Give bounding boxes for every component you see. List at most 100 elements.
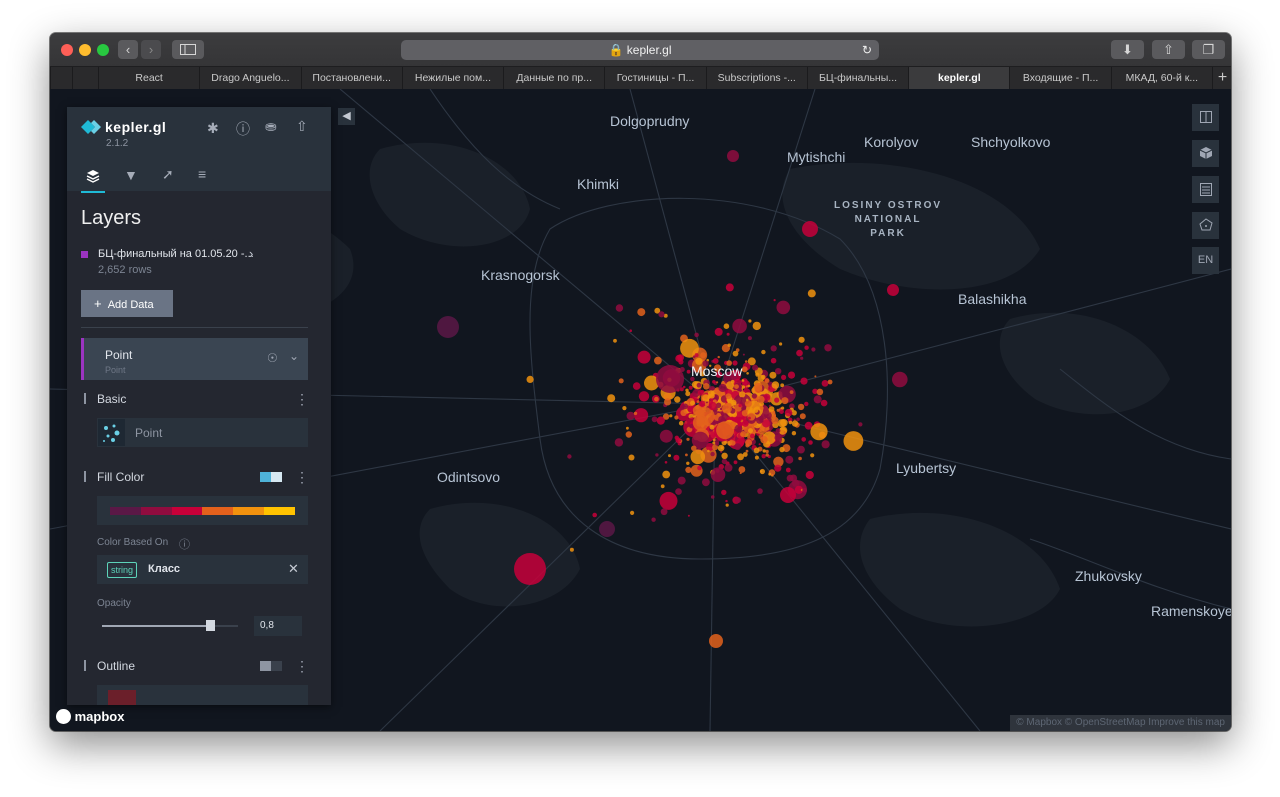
- browser-tab[interactable]: БЦ-финальны...: [806, 67, 908, 89]
- map-point[interactable]: [787, 371, 796, 379]
- map-point[interactable]: [708, 402, 717, 411]
- map-point[interactable]: [740, 432, 744, 437]
- map-point[interactable]: [737, 388, 740, 392]
- map-point[interactable]: [760, 470, 763, 473]
- map-point[interactable]: [773, 299, 776, 302]
- map-point[interactable]: [732, 318, 747, 334]
- map-point[interactable]: [791, 431, 797, 436]
- map-point[interactable]: [774, 434, 781, 441]
- map-point[interactable]: [629, 329, 632, 332]
- map-point[interactable]: [654, 396, 659, 402]
- kebab-icon[interactable]: ⋮: [295, 658, 309, 675]
- map-point[interactable]: [735, 497, 741, 504]
- map-point[interactable]: [802, 487, 807, 493]
- map-point[interactable]: [622, 406, 627, 411]
- map-point[interactable]: [613, 338, 617, 343]
- map-point[interactable]: [761, 454, 766, 459]
- map-point[interactable]: [687, 514, 690, 517]
- map-point[interactable]: [799, 413, 806, 420]
- map-point[interactable]: [716, 381, 719, 384]
- map-point[interactable]: [651, 416, 658, 423]
- map-point[interactable]: [801, 437, 806, 442]
- reload-icon[interactable]: ↻: [862, 40, 872, 60]
- pinned-tab[interactable]: [50, 67, 72, 89]
- map-point[interactable]: [887, 284, 899, 296]
- map-point[interactable]: [752, 364, 759, 371]
- map-point[interactable]: [768, 406, 775, 412]
- map-point[interactable]: [765, 399, 768, 402]
- map-point[interactable]: [700, 352, 707, 359]
- bug-report-icon[interactable]: ✱: [207, 120, 219, 137]
- map-point[interactable]: [685, 453, 688, 457]
- map-point[interactable]: [824, 344, 832, 352]
- map-point[interactable]: [738, 466, 746, 473]
- map-point[interactable]: [798, 336, 805, 343]
- map-point[interactable]: [739, 391, 746, 398]
- map-point[interactable]: [770, 357, 777, 364]
- split-map-button[interactable]: [1192, 104, 1219, 131]
- map-point[interactable]: [669, 414, 673, 418]
- legend-button[interactable]: [1192, 176, 1219, 203]
- map-point[interactable]: [783, 431, 786, 434]
- map-point[interactable]: [614, 438, 624, 447]
- map-point[interactable]: [712, 438, 716, 442]
- map-point[interactable]: [821, 440, 830, 449]
- map-canvas[interactable]: Dolgoprudny Mytishchi Korolyov Shchyolko…: [50, 89, 1231, 731]
- chevron-down-icon[interactable]: ⌄: [289, 349, 299, 363]
- browser-tab[interactable]: Subscriptions -...: [705, 67, 807, 89]
- sidebar-toggle-button[interactable]: [172, 40, 204, 59]
- pinned-tab[interactable]: [72, 67, 98, 89]
- map-point[interactable]: [696, 416, 705, 425]
- map-point[interactable]: [697, 390, 704, 396]
- map-point[interactable]: [785, 467, 791, 473]
- browser-tab[interactable]: Drago Anguelo...: [199, 67, 300, 89]
- map-point[interactable]: [775, 428, 781, 434]
- map-point[interactable]: [709, 424, 715, 430]
- map-point[interactable]: [758, 443, 761, 446]
- map-point[interactable]: [678, 359, 684, 365]
- draw-polygon-button[interactable]: [1192, 212, 1219, 239]
- map-point[interactable]: [772, 414, 776, 418]
- map-point[interactable]: [725, 393, 732, 400]
- map-point[interactable]: [694, 353, 699, 358]
- map-point[interactable]: [685, 466, 692, 473]
- map-point[interactable]: [816, 388, 824, 396]
- map-point[interactable]: [727, 343, 731, 347]
- map-point[interactable]: [638, 391, 650, 402]
- map-point[interactable]: [813, 395, 822, 404]
- map-point[interactable]: [752, 321, 761, 331]
- map-point[interactable]: [766, 427, 770, 431]
- map-point[interactable]: [734, 443, 741, 451]
- map-point[interactable]: [781, 397, 789, 405]
- map-point[interactable]: [721, 403, 732, 414]
- add-data-button[interactable]: + Add Data: [81, 290, 173, 317]
- map-point[interactable]: [797, 403, 805, 411]
- map-point[interactable]: [800, 377, 808, 385]
- map-point[interactable]: [630, 510, 635, 515]
- map-point[interactable]: [754, 385, 763, 393]
- map-point[interactable]: [690, 449, 706, 465]
- map-point[interactable]: [677, 476, 686, 485]
- map-point[interactable]: [745, 385, 748, 388]
- map-point[interactable]: [658, 311, 665, 318]
- map-point[interactable]: [745, 449, 749, 453]
- map-point[interactable]: [741, 379, 744, 382]
- map-point[interactable]: [725, 283, 734, 292]
- map-point[interactable]: [753, 447, 760, 454]
- map-point[interactable]: [810, 423, 828, 441]
- tab-base-map[interactable]: ≡: [198, 166, 206, 182]
- map-point[interactable]: [721, 458, 728, 465]
- map-point[interactable]: [721, 452, 728, 459]
- map-point[interactable]: [754, 455, 759, 460]
- map-point[interactable]: [810, 453, 815, 458]
- share-button[interactable]: ⇧: [1152, 40, 1185, 59]
- map-point[interactable]: [745, 398, 749, 402]
- outline-color-selector[interactable]: [97, 685, 308, 705]
- new-tab-button[interactable]: +: [1212, 67, 1231, 89]
- map-point[interactable]: [762, 449, 766, 453]
- map-point[interactable]: [785, 455, 794, 464]
- address-bar[interactable]: 🔒 kepler.gl ↻: [401, 40, 879, 60]
- kebab-icon[interactable]: ⋮: [295, 469, 309, 486]
- map-point[interactable]: [770, 345, 777, 352]
- map-point[interactable]: [736, 416, 742, 422]
